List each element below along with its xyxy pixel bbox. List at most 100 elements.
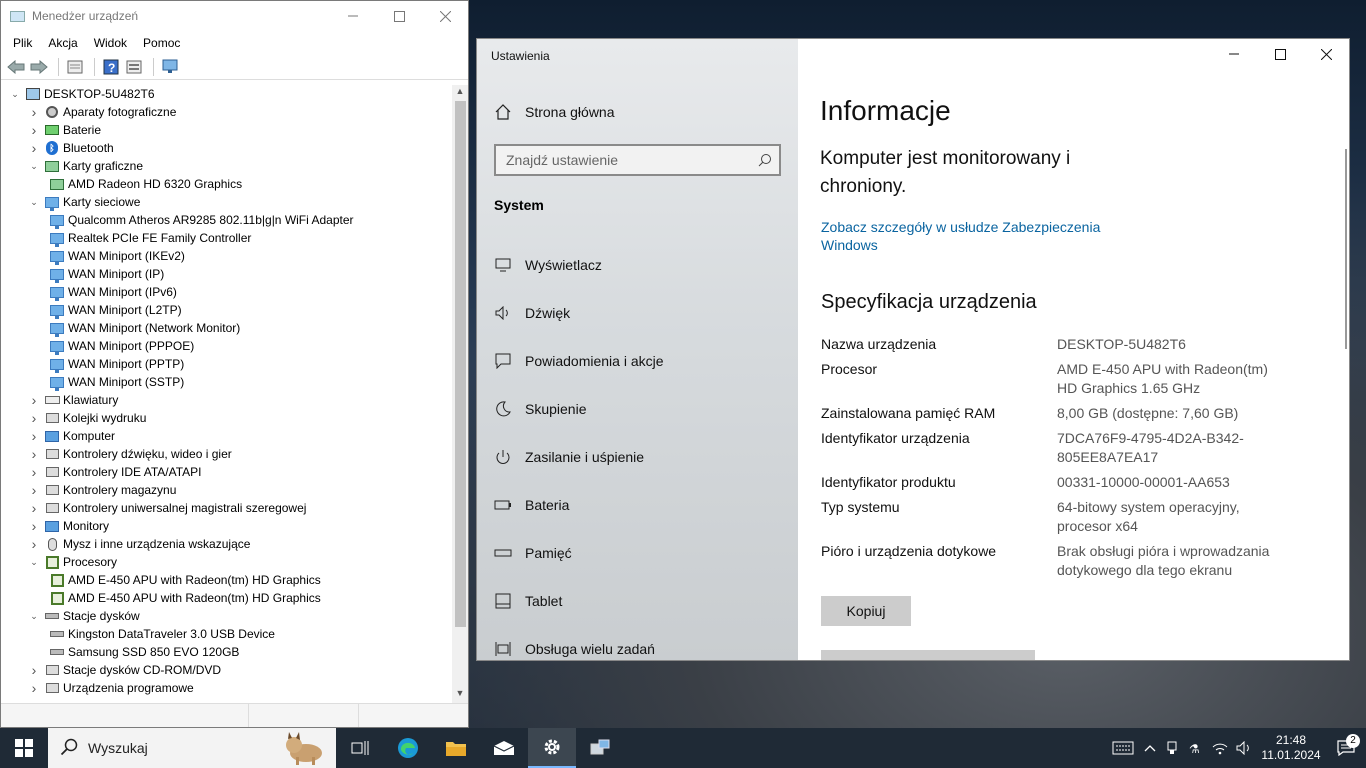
tree-category[interactable]: ⌄ Stacje dysków xyxy=(1,607,451,625)
menu-help[interactable]: Pomoc xyxy=(135,36,188,50)
tree-device[interactable]: AMD E-450 APU with Radeon(tm) HD Graphic… xyxy=(1,589,451,607)
chevron-right-icon[interactable]: › xyxy=(28,662,40,678)
nav-item-power[interactable]: Zasilanie i uśpienie xyxy=(477,437,798,477)
tree-device[interactable]: WAN Miniport (IPv6) xyxy=(1,283,451,301)
details-view-icon[interactable] xyxy=(124,57,144,77)
settings-taskbar-button[interactable] xyxy=(528,728,576,768)
chevron-right-icon[interactable]: › xyxy=(28,446,40,462)
tree-device[interactable]: Kingston DataTraveler 3.0 USB Device xyxy=(1,625,451,643)
settings-search-box[interactable] xyxy=(494,144,781,176)
chevron-right-icon[interactable]: › xyxy=(28,410,40,426)
wifi-icon[interactable] xyxy=(1208,741,1232,755)
content-scrollbar[interactable] xyxy=(1345,149,1347,349)
maximize-button[interactable] xyxy=(376,1,422,31)
tree-category[interactable]: › ᛒ Bluetooth xyxy=(1,139,451,157)
tree-device[interactable]: WAN Miniport (L2TP) xyxy=(1,301,451,319)
nav-item-battery[interactable]: Bateria xyxy=(477,485,798,525)
settings-search-input[interactable] xyxy=(496,152,751,168)
tree-category[interactable]: › Baterie xyxy=(1,121,451,139)
tree-device[interactable]: AMD E-450 APU with Radeon(tm) HD Graphic… xyxy=(1,571,451,589)
back-arrow-icon[interactable] xyxy=(6,57,26,77)
scroll-down-arrow-icon[interactable]: ▼ xyxy=(452,688,468,702)
taskbar-search[interactable]: Wyszukaj xyxy=(48,728,336,768)
chevron-right-icon[interactable]: › xyxy=(28,140,40,156)
tree-category[interactable]: ⌄ Karty graficzne xyxy=(1,157,451,175)
security-details-link[interactable]: Zobacz szczegóły w usłudze Zabezpieczeni… xyxy=(821,218,1121,254)
forward-arrow-icon[interactable] xyxy=(29,57,49,77)
device-manager-taskbar-button[interactable] xyxy=(576,728,624,768)
tree-category[interactable]: › Kolejki wydruku xyxy=(1,409,451,427)
tree-device[interactable]: Samsung SSD 850 EVO 120GB xyxy=(1,643,451,661)
tree-device[interactable]: WAN Miniport (PPPOE) xyxy=(1,337,451,355)
menu-action[interactable]: Akcja xyxy=(40,36,85,50)
start-button[interactable] xyxy=(0,728,48,768)
tree-device[interactable]: AMD Radeon HD 6320 Graphics xyxy=(1,175,451,193)
tree-category[interactable]: › Klawiatury xyxy=(1,391,451,409)
tree-scrollbar[interactable]: ▲ ▼ xyxy=(452,85,468,703)
help-icon[interactable]: ? xyxy=(101,57,121,77)
keyboard-layout-icon[interactable] xyxy=(1106,741,1140,755)
clock[interactable]: 21:48 11.01.2024 xyxy=(1256,733,1326,763)
scrollbar-thumb[interactable] xyxy=(455,101,466,627)
minimize-button[interactable] xyxy=(1211,39,1257,69)
tree-category[interactable]: › Aparaty fotograficzne xyxy=(1,103,451,121)
edge-button[interactable] xyxy=(384,728,432,768)
chevron-right-icon[interactable]: › xyxy=(28,392,40,408)
menu-view[interactable]: Widok xyxy=(86,36,135,50)
tree-category[interactable]: › Komputer xyxy=(1,427,451,445)
nav-item-sound[interactable]: Dźwięk xyxy=(477,293,798,333)
chevron-right-icon[interactable]: › xyxy=(28,680,40,696)
nav-item-tablet[interactable]: Tablet xyxy=(477,581,798,621)
notification-center-button[interactable]: 2 xyxy=(1326,734,1366,756)
search-icon[interactable] xyxy=(751,153,779,167)
chevron-right-icon[interactable]: › xyxy=(28,104,40,120)
tree-device[interactable]: WAN Miniport (IKEv2) xyxy=(1,247,451,265)
tree-category[interactable]: ⌄ Karty sieciowe xyxy=(1,193,451,211)
chevron-down-icon[interactable]: ⌄ xyxy=(28,610,40,622)
nav-item-multitasking[interactable]: Obsługa wielu zadań xyxy=(477,629,798,660)
chevron-up-icon[interactable] xyxy=(1140,744,1160,752)
language-icon[interactable]: ⚗ xyxy=(1184,741,1208,755)
tree-category[interactable]: › Kontrolery magazynu xyxy=(1,481,451,499)
nav-item-display[interactable]: Wyświetlacz xyxy=(477,245,798,285)
tree-category[interactable]: ⌄ Procesory xyxy=(1,553,451,571)
nav-item-focus-moon[interactable]: Skupienie xyxy=(477,389,798,429)
chevron-right-icon[interactable]: › xyxy=(28,536,40,552)
properties-icon[interactable] xyxy=(65,57,85,77)
rename-button[interactable] xyxy=(821,650,1035,660)
close-button[interactable] xyxy=(1303,39,1349,69)
tree-root[interactable]: ⌄ DESKTOP-5U482T6 xyxy=(1,85,451,103)
chevron-right-icon[interactable]: › xyxy=(28,482,40,498)
nav-home[interactable]: Strona główna xyxy=(477,92,798,132)
usb-device-icon[interactable] xyxy=(1160,741,1184,755)
chevron-right-icon[interactable]: › xyxy=(28,464,40,480)
nav-item-notifications[interactable]: Powiadomienia i akcje xyxy=(477,341,798,381)
tree-category[interactable]: › Stacje dysków CD-ROM/DVD xyxy=(1,661,451,679)
scan-hardware-icon[interactable] xyxy=(160,57,180,77)
close-button[interactable] xyxy=(422,1,468,31)
volume-icon[interactable] xyxy=(1232,741,1256,755)
chevron-down-icon[interactable]: ⌄ xyxy=(9,88,21,100)
tree-device[interactable]: Realtek PCIe FE Family Controller xyxy=(1,229,451,247)
tree-device[interactable]: WAN Miniport (Network Monitor) xyxy=(1,319,451,337)
mail-button[interactable] xyxy=(480,728,528,768)
tree-category[interactable]: › Mysz i inne urządzenia wskazujące xyxy=(1,535,451,553)
tree-category[interactable]: › Kontrolery uniwersalnej magistrali szer… xyxy=(1,499,451,517)
task-view-button[interactable] xyxy=(336,728,384,768)
chevron-down-icon[interactable]: ⌄ xyxy=(28,556,40,568)
tree-device[interactable]: WAN Miniport (SSTP) xyxy=(1,373,451,391)
menu-file[interactable]: Plik xyxy=(5,36,40,50)
tree-category[interactable]: › Kontrolery IDE ATA/ATAPI xyxy=(1,463,451,481)
tree-device[interactable]: Qualcomm Atheros AR9285 802.11b|g|n WiFi… xyxy=(1,211,451,229)
nav-item-storage[interactable]: Pamięć xyxy=(477,533,798,573)
chevron-right-icon[interactable]: › xyxy=(28,122,40,138)
chevron-right-icon[interactable]: › xyxy=(28,500,40,516)
chevron-right-icon[interactable]: › xyxy=(28,518,40,534)
copy-button[interactable]: Kopiuj xyxy=(821,596,911,626)
tree-category[interactable]: › Urządzenia programowe xyxy=(1,679,451,697)
minimize-button[interactable] xyxy=(330,1,376,31)
file-explorer-button[interactable] xyxy=(432,728,480,768)
scroll-up-arrow-icon[interactable]: ▲ xyxy=(452,86,468,100)
tree-device[interactable]: WAN Miniport (PPTP) xyxy=(1,355,451,373)
chevron-down-icon[interactable]: ⌄ xyxy=(28,196,40,208)
